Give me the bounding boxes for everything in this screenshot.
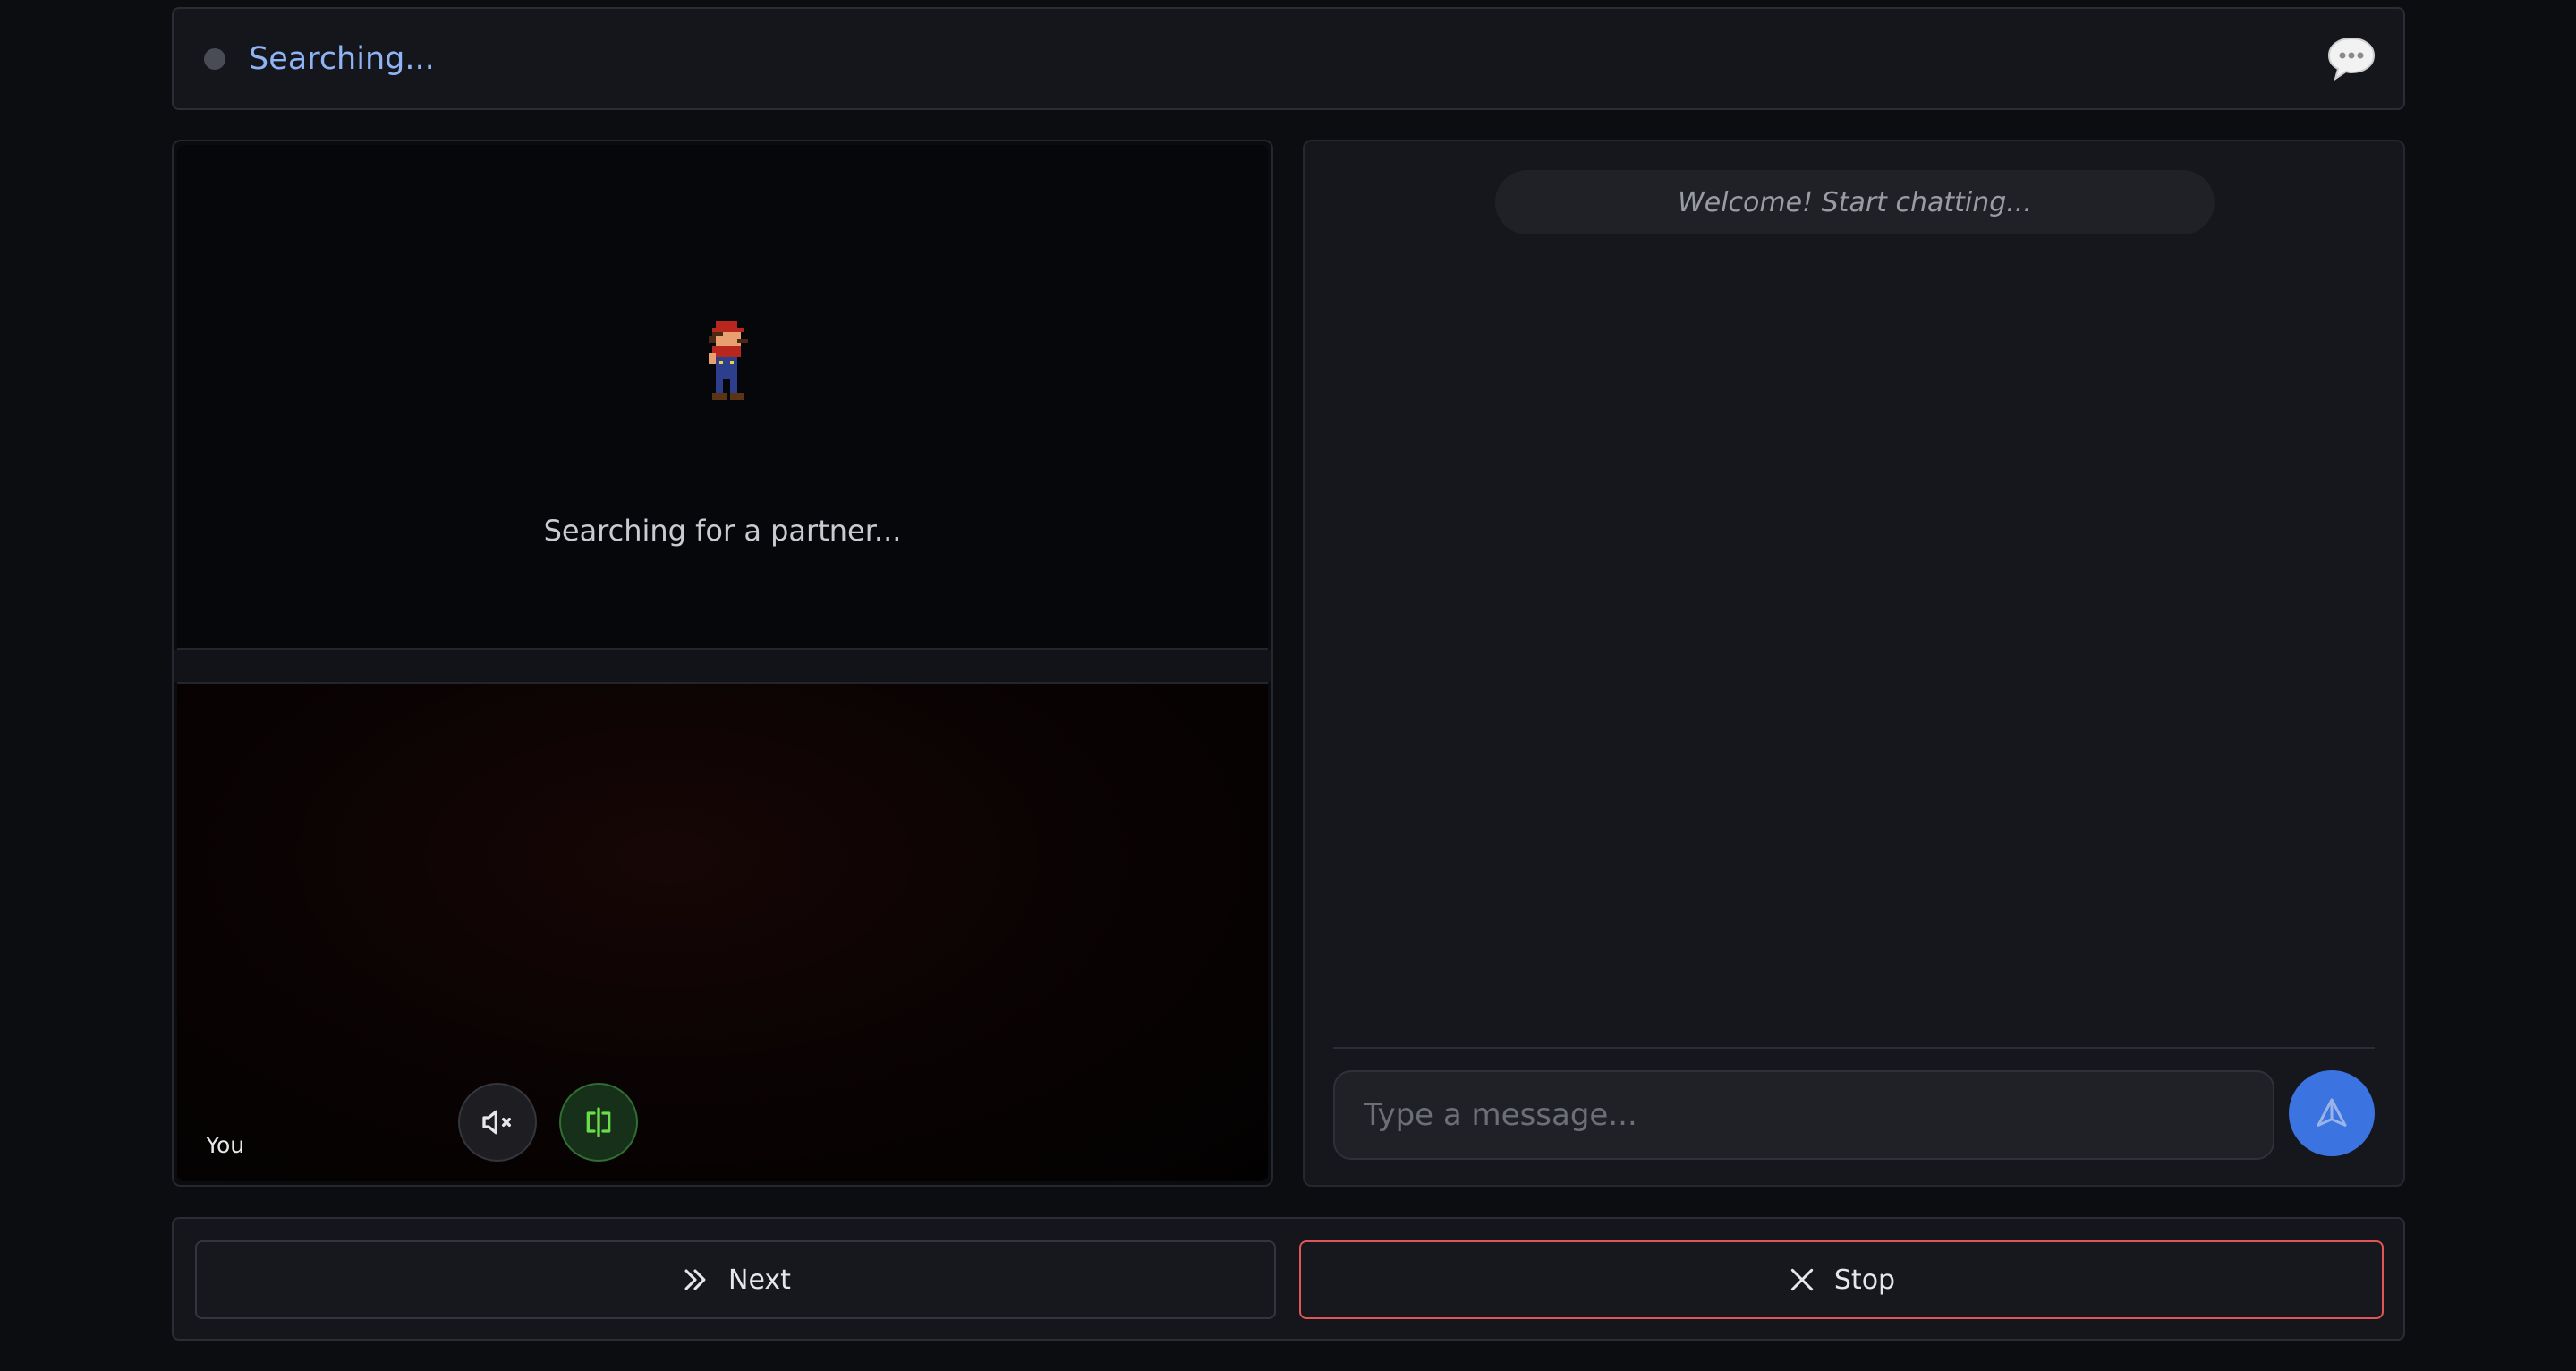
- mute-button[interactable]: [458, 1083, 537, 1162]
- mario-sprite-icon: [709, 321, 748, 400]
- speech-bubble-icon[interactable]: [2326, 36, 2376, 82]
- message-input[interactable]: [1333, 1070, 2274, 1160]
- welcome-message: Welcome! Start chatting...: [1495, 170, 2215, 234]
- chat-divider: [1333, 1047, 2375, 1049]
- send-icon: [2317, 1098, 2347, 1127]
- close-icon: [1790, 1268, 1814, 1291]
- local-video-label: You: [206, 1132, 245, 1158]
- double-chevron-right-icon: [684, 1269, 706, 1290]
- speaker-muted-icon: [482, 1110, 511, 1135]
- chat-panel: Welcome! Start chatting...: [1303, 140, 2405, 1187]
- status-indicator: [204, 47, 225, 70]
- status-text: Searching...: [249, 40, 435, 77]
- mirror-button[interactable]: [559, 1083, 638, 1162]
- status-bar: Searching...: [172, 7, 2405, 110]
- next-label: Next: [728, 1264, 791, 1296]
- next-button[interactable]: Next: [195, 1240, 1276, 1319]
- local-video: You: [177, 682, 1268, 1181]
- searching-partner-text: Searching for a partner...: [543, 514, 902, 548]
- video-panel: Searching for a partner... You: [172, 140, 1273, 1187]
- stop-label: Stop: [1833, 1264, 1896, 1296]
- mirror-flip-icon: [586, 1107, 611, 1137]
- video-divider: [174, 650, 1271, 682]
- action-bar: Next Stop: [172, 1217, 2405, 1341]
- send-button[interactable]: [2289, 1070, 2375, 1156]
- remote-video: Searching for a partner...: [177, 145, 1268, 650]
- stop-button[interactable]: Stop: [1299, 1240, 2384, 1319]
